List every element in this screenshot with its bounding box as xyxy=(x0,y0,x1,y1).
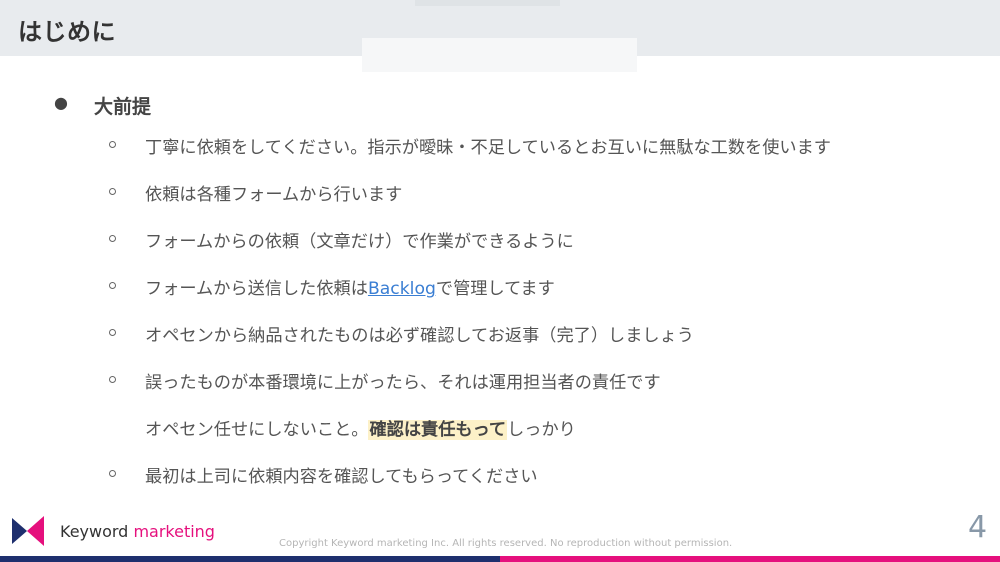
bullet-circle-icon xyxy=(109,376,116,383)
text-before-link: フォームから送信した依頼は xyxy=(145,279,368,299)
bullet-circle-icon xyxy=(109,141,116,148)
highlighted-text: 確認は責任もって xyxy=(368,420,508,440)
list-item-text: 最初は上司に依頼内容を確認してもらってください xyxy=(145,467,538,487)
brand-name-accent: marketing xyxy=(133,522,215,541)
footer-stripe-navy xyxy=(0,556,500,562)
list-item: 丁寧に依頼をしてください。指示が曖昧・不足しているとお互いに無駄な工数を使います xyxy=(0,131,1000,161)
text-after-link: で管理してます xyxy=(435,279,555,299)
list-item-text: オペセンから納品されたものは必ず確認してお返事（完了）しましょう xyxy=(145,326,694,346)
footer-stripe-pink xyxy=(500,556,1000,562)
list-item: 誤ったものが本番環境に上がったら、それは運用担当者の責任です xyxy=(0,366,1000,396)
keyword-marketing-logo-icon xyxy=(12,516,44,546)
bullet-circle-icon xyxy=(109,188,116,195)
list-item: 最初は上司に依頼内容を確認してもらってください xyxy=(0,460,1000,490)
copyright-notice: Copyright Keyword marketing Inc. All rig… xyxy=(279,538,733,549)
list-item: フォームからの依頼（文章だけ）で作業ができるように xyxy=(0,225,1000,255)
text-after-highlight: しっかり xyxy=(507,420,576,440)
list-item-text: 誤ったものが本番環境に上がったら、それは運用担当者の責任です xyxy=(145,373,661,393)
text-before-highlight: オペセン任せにしないこと。 xyxy=(145,420,369,440)
bullet-circle-icon xyxy=(109,329,116,336)
section-title: 大前提 xyxy=(94,96,152,118)
list-item-text: フォームから送信した依頼はBacklogで管理してます xyxy=(145,274,555,299)
brand-name-main: Keyword xyxy=(60,522,129,541)
bullet-circle-icon xyxy=(109,235,116,242)
list-item-continuation: オペセン任せにしないこと。確認は責任もってしっかり xyxy=(0,413,1000,443)
bullet-circle-icon xyxy=(109,470,116,477)
list-item-text: フォームからの依頼（文章だけ）で作業ができるように xyxy=(145,232,574,252)
backlog-link[interactable]: Backlog xyxy=(368,279,436,299)
slide-body: ● 大前提 丁寧に依頼をしてください。指示が曖昧・不足しているとお互いに無駄な工… xyxy=(0,0,1000,500)
list-item-text: 依頼は各種フォームから行います xyxy=(145,185,403,205)
list-item: フォームから送信した依頼はBacklogで管理してます xyxy=(0,272,1000,302)
list-item: 依頼は各種フォームから行います xyxy=(0,178,1000,208)
brand-name: Keyword marketing xyxy=(60,522,215,541)
list-item-text: オペセン任せにしないこと。確認は責任もってしっかり xyxy=(145,415,576,440)
bullet-circle-icon xyxy=(109,282,116,289)
list-item: オペセンから納品されたものは必ず確認してお返事（完了）しましょう xyxy=(0,319,1000,349)
list-item-text: 丁寧に依頼をしてください。指示が曖昧・不足しているとお互いに無駄な工数を使います xyxy=(145,138,831,158)
page-number: 4 xyxy=(968,510,988,545)
bullet-icon: ● xyxy=(54,93,68,112)
